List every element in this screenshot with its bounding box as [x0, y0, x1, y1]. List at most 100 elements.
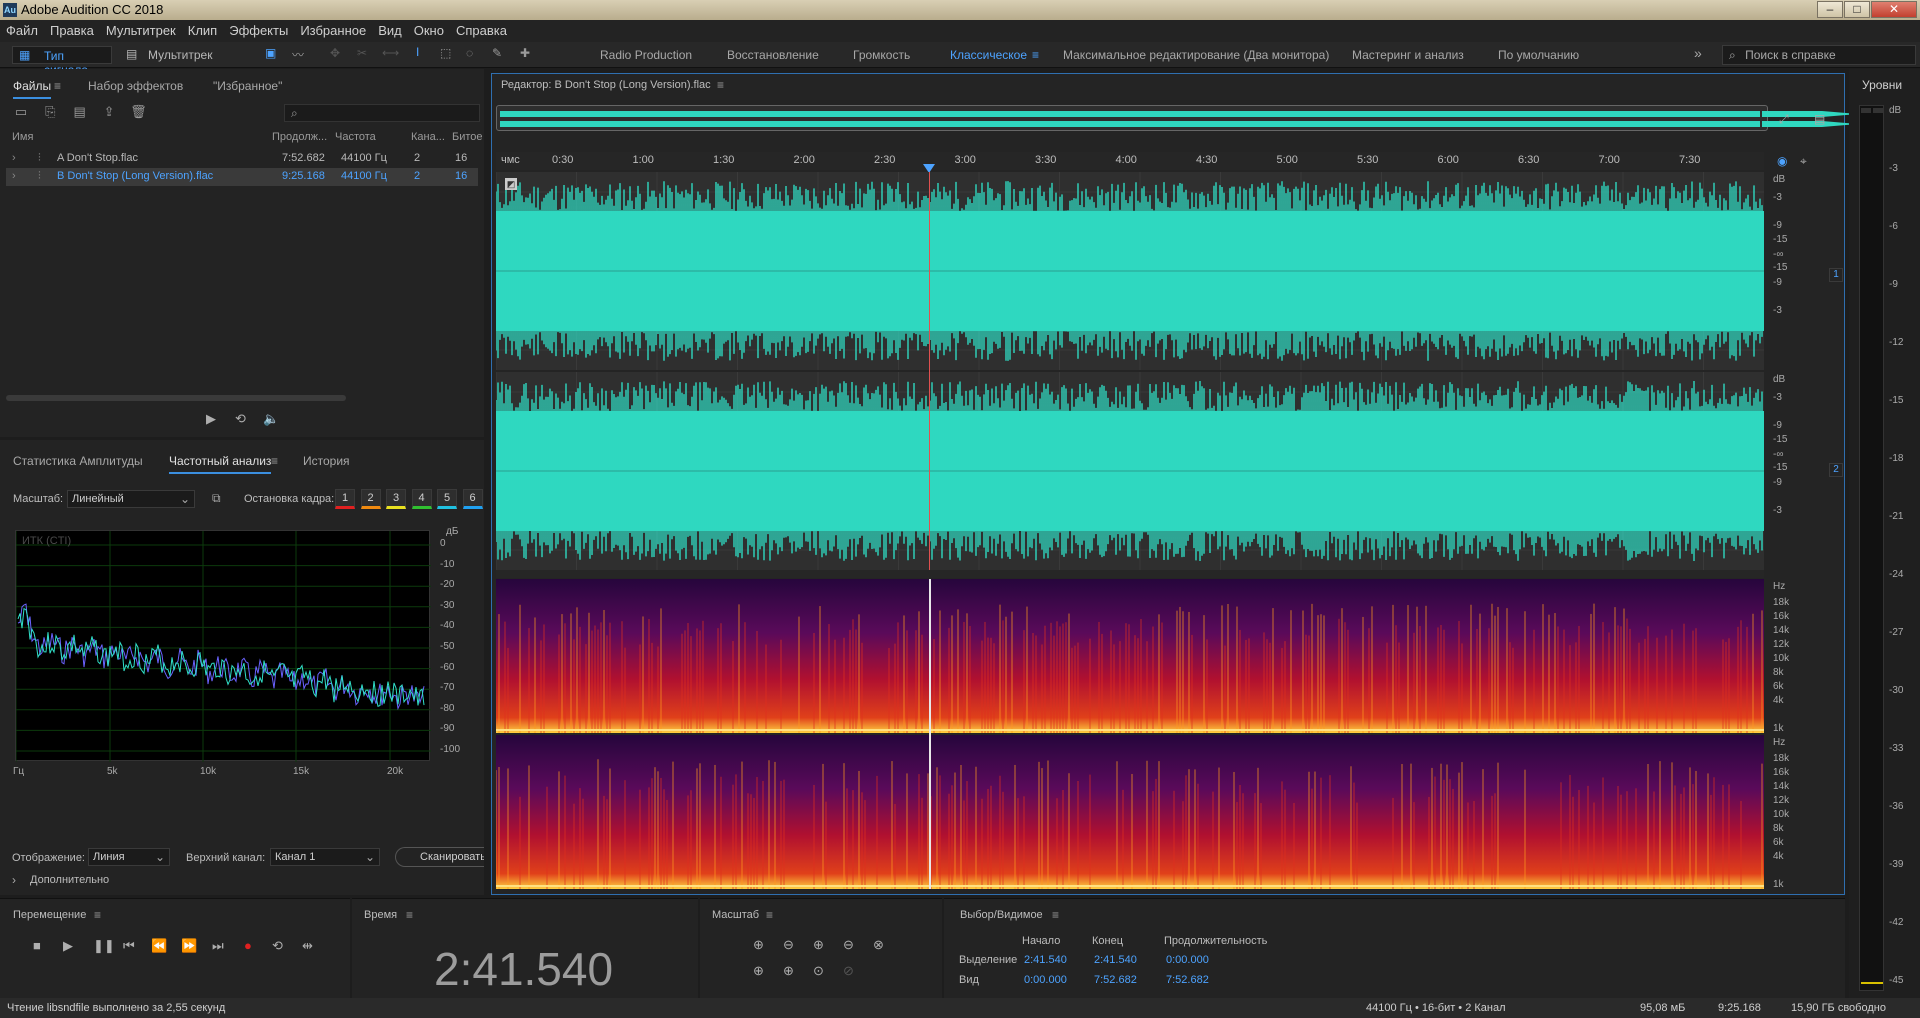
- selection-duration[interactable]: 0:00.000: [1166, 954, 1209, 966]
- display-select[interactable]: Линия ⌄: [88, 848, 170, 866]
- menu-favorites[interactable]: Избранное: [294, 20, 372, 38]
- freeze-button-2[interactable]: 2: [360, 489, 381, 509]
- razor-tool-icon[interactable]: ✂: [357, 46, 367, 60]
- play-preview-icon[interactable]: ▶: [206, 411, 216, 427]
- minimize-button[interactable]: –: [1817, 1, 1843, 18]
- zoom-in-right-icon[interactable]: ⊕: [783, 963, 794, 979]
- zoom-out-amplitude-icon[interactable]: ⊖: [783, 937, 794, 953]
- insert-icon[interactable]: ⇪: [100, 104, 118, 120]
- zoom-to-selection-icon[interactable]: ⤢: [1779, 112, 1789, 127]
- zoom-channel-icon[interactable]: ⊘: [843, 963, 854, 979]
- panel-menu-icon[interactable]: ≡: [766, 908, 773, 922]
- delete-icon[interactable]: 🗑: [129, 104, 147, 120]
- tab-files[interactable]: Файлы: [13, 79, 52, 99]
- zoom-out-time-icon[interactable]: ⊖: [843, 937, 854, 953]
- rewind-icon[interactable]: ⏪: [151, 938, 167, 954]
- zoom-in-left-icon[interactable]: ⊕: [753, 963, 764, 979]
- pause-icon[interactable]: ❚❚: [93, 938, 115, 954]
- selection-start[interactable]: 2:41.540: [1024, 954, 1067, 966]
- overview-toggle-icon[interactable]: ▤: [1814, 112, 1825, 126]
- freeze-button-4[interactable]: 4: [411, 489, 432, 509]
- column-channels[interactable]: Кана...: [411, 131, 445, 143]
- workspace-radio-production[interactable]: Radio Production: [600, 48, 692, 62]
- maximize-button[interactable]: □: [1844, 1, 1870, 18]
- clip-indicator-left[interactable]: [1861, 108, 1871, 113]
- view-duration[interactable]: 7:52.682: [1166, 974, 1209, 986]
- open-folder-icon[interactable]: ▭: [12, 104, 30, 120]
- menu-file[interactable]: Файл: [0, 20, 44, 38]
- chevron-right-icon[interactable]: ›: [12, 170, 16, 182]
- zoom-in-time-icon[interactable]: ⊕: [813, 937, 824, 953]
- workspace-dual-monitor[interactable]: Максимальное редактирование (Два монитор…: [1063, 48, 1329, 62]
- file-row[interactable]: › ⫶ A Don't Stop.flac 7:52.682 44100 Гц …: [6, 150, 478, 168]
- menu-clip[interactable]: Клип: [182, 20, 223, 38]
- channel-select[interactable]: Канал 1 ⌄: [270, 848, 380, 866]
- tab-frequency-analysis[interactable]: Частотный анализ: [169, 454, 272, 474]
- workspace-mastering[interactable]: Мастеринг и анализ: [1352, 48, 1464, 62]
- zoom-out-full-icon[interactable]: ⊗: [873, 937, 884, 953]
- workspace-classic[interactable]: Классическое: [950, 48, 1027, 62]
- loop-icon[interactable]: ⟲: [272, 938, 283, 954]
- freeze-button-1[interactable]: 1: [335, 489, 355, 509]
- panel-menu-icon[interactable]: ≡: [717, 78, 724, 92]
- workspace-restoration[interactable]: Восстановление: [727, 48, 819, 62]
- menu-help[interactable]: Справка: [450, 20, 513, 38]
- panel-menu-icon[interactable]: ≡: [406, 908, 413, 922]
- channel-1-toggle[interactable]: 1: [1829, 268, 1843, 282]
- spectral-channel-1[interactable]: [496, 579, 1764, 733]
- waveform-channel-2[interactable]: [495, 372, 1764, 570]
- zoom-in-amplitude-icon[interactable]: ⊕: [753, 937, 764, 953]
- waveform-view-button[interactable]: ▦ Тип сигнала: [12, 46, 112, 77]
- import-icon[interactable]: ⎘: [41, 104, 59, 120]
- column-rate[interactable]: Частота: [335, 131, 376, 143]
- time-ruler[interactable]: чмс 0:30 1:00 1:30 2:00 2:30 3:00 3:30 4:00 4:30…: [496, 152, 1764, 170]
- panel-menu-icon[interactable]: ≡: [54, 79, 61, 93]
- record-icon[interactable]: ●: [244, 938, 252, 953]
- column-bits[interactable]: Битое: [452, 131, 483, 143]
- lasso-tool-icon[interactable]: ◌: [466, 46, 473, 60]
- spectrum-options-icon[interactable]: ⧉: [212, 491, 221, 506]
- freeze-button-5[interactable]: 5: [437, 489, 457, 509]
- files-search-input[interactable]: ⌕: [284, 104, 480, 122]
- tab-favorites[interactable]: "Избранное": [213, 79, 282, 93]
- loop-preview-icon[interactable]: ⟲: [235, 411, 246, 427]
- spectral-display-icon[interactable]: ▣: [265, 46, 276, 60]
- spectral-divider[interactable]: [496, 570, 1764, 578]
- help-search-input[interactable]: ⌕ Поиск в справке: [1722, 45, 1916, 65]
- file-row-selected[interactable]: › ⫶ B Don't Stop (Long Version).flac 9:2…: [6, 168, 478, 186]
- workspace-loudness[interactable]: Громкость: [853, 48, 910, 62]
- play-icon[interactable]: ▶: [63, 938, 73, 954]
- menu-view[interactable]: Вид: [372, 20, 408, 38]
- workspace-menu-icon[interactable]: ≡: [1032, 48, 1039, 62]
- chevron-right-icon[interactable]: ›: [12, 152, 16, 164]
- time-display[interactable]: 2:41.540: [434, 942, 613, 996]
- next-icon[interactable]: ⏭: [212, 938, 224, 954]
- workspace-overflow[interactable]: »: [1694, 45, 1702, 61]
- spectral-channel-2[interactable]: [495, 735, 1764, 889]
- tab-amplitude-stats[interactable]: Статистика Амплитуды: [13, 454, 143, 468]
- menu-edit[interactable]: Правка: [44, 20, 100, 38]
- zoom-selection-icon[interactable]: ⊙: [813, 963, 824, 979]
- freeze-button-6[interactable]: 6: [462, 489, 483, 509]
- tab-history[interactable]: История: [303, 454, 350, 468]
- waveform-channel-1[interactable]: [495, 172, 1764, 370]
- tab-effects-rack[interactable]: Набор эффектов: [88, 79, 183, 93]
- menu-window[interactable]: Окно: [408, 20, 450, 38]
- column-duration[interactable]: Продолж...: [272, 131, 327, 143]
- skip-selection-icon[interactable]: ⇹: [302, 938, 313, 954]
- menu-multitrack[interactable]: Мультитрек: [100, 20, 182, 38]
- scale-select[interactable]: Линейный ⌄: [67, 490, 195, 508]
- menu-effects[interactable]: Эффекты: [223, 20, 294, 38]
- chevron-right-icon[interactable]: ›: [12, 873, 16, 887]
- brush-tool-icon[interactable]: ✎: [492, 46, 502, 60]
- spot-healing-tool-icon[interactable]: ✚: [520, 46, 530, 60]
- freeze-button-3[interactable]: 3: [386, 489, 406, 509]
- zoom-mode-icon[interactable]: ◉: [1777, 154, 1787, 168]
- fast-forward-icon[interactable]: ⏩: [181, 938, 197, 954]
- stop-icon[interactable]: ■: [33, 938, 41, 953]
- time-selection-tool-icon[interactable]: I: [416, 45, 419, 59]
- pitch-display-icon[interactable]: 〰: [292, 46, 304, 63]
- close-button[interactable]: ✕: [1871, 1, 1917, 18]
- advanced-toggle[interactable]: Дополнительно: [30, 874, 109, 886]
- slip-tool-icon[interactable]: ⟷: [382, 46, 399, 60]
